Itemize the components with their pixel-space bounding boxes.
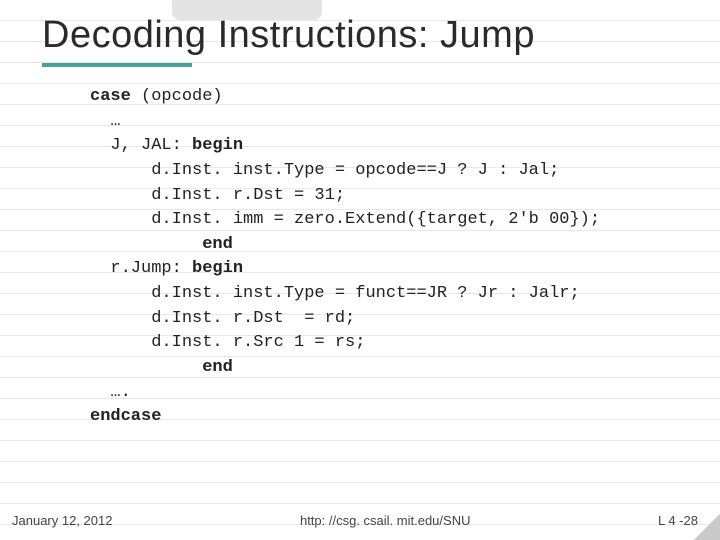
code-line-3a: J, JAL: (90, 136, 192, 155)
code-line-10: d.Inst. r.Dst = rd; (90, 309, 355, 328)
slide-footer: January 12, 2012 http: //csg. csail. mit… (0, 513, 720, 528)
code-line-8a: r.Jump: (90, 259, 192, 278)
footer-url: http: //csg. csail. mit.edu/SNU (300, 513, 471, 528)
code-line-13: …. (90, 383, 131, 402)
kw-end-2: end (90, 358, 233, 377)
title-underline (42, 63, 192, 67)
code-line-1b: (opcode) (131, 87, 223, 106)
kw-begin-2: begin (192, 259, 243, 278)
code-line-11: d.Inst. r.Src 1 = rs; (90, 333, 365, 352)
kw-end-1: end (90, 235, 233, 254)
code-line-9: d.Inst. inst.Type = funct==JR ? Jr : Jal… (90, 284, 580, 303)
kw-case: case (90, 87, 131, 106)
code-line-6: d.Inst. imm = zero.Extend({target, 2'b 0… (90, 210, 600, 229)
code-line-2: … (90, 112, 121, 131)
slide-content: Decoding Instructions: Jump case (opcode… (0, 0, 720, 430)
code-block: case (opcode) … J, JAL: begin d.Inst. in… (0, 85, 720, 430)
page-curl-icon (694, 514, 720, 540)
code-line-5: d.Inst. r.Dst = 31; (90, 186, 345, 205)
kw-endcase: endcase (90, 407, 161, 426)
kw-begin-1: begin (192, 136, 243, 155)
footer-page: L 4 -28 (658, 513, 698, 528)
footer-date: January 12, 2012 (12, 513, 112, 528)
slide-title: Decoding Instructions: Jump (0, 0, 720, 63)
code-line-4: d.Inst. inst.Type = opcode==J ? J : Jal; (90, 161, 559, 180)
